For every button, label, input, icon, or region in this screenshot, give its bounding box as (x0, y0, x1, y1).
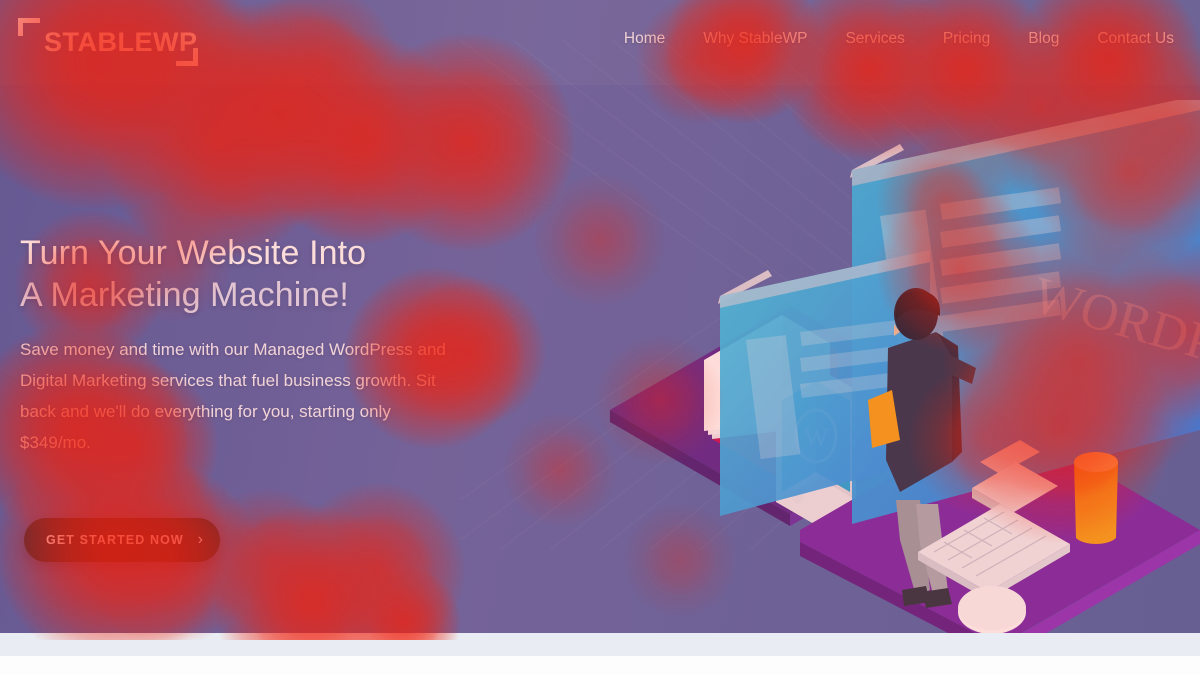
monitor-screens: WORDPRESS (718, 100, 1200, 524)
hero-paragraph: Save money and time with our Managed Wor… (20, 340, 446, 452)
headline-line-1: Turn Your Website Into (20, 234, 367, 272)
nav-item-services[interactable]: Services (845, 30, 904, 48)
get-started-button[interactable]: GET STARTED NOW › (24, 518, 220, 562)
page-title: Turn Your Website Into A Marketing Machi… (20, 232, 460, 316)
chevron-right-icon: › (197, 531, 203, 548)
cup (1074, 452, 1118, 544)
site-logo[interactable]: STABLEWP (18, 18, 198, 66)
logo-text: STABLEWP (44, 27, 198, 57)
headline-line-2: A Marketing Machine! (20, 276, 349, 314)
hero-copy: Turn Your Website Into A Marketing Machi… (20, 232, 460, 458)
hero-section: STABLEWP Home Why StableWP Services Pric… (0, 0, 1200, 633)
nav-item-blog[interactable]: Blog (1028, 30, 1059, 48)
nav-item-pricing[interactable]: Pricing (943, 30, 990, 48)
nav-item-contact-us[interactable]: Contact Us (1097, 30, 1174, 48)
nav-item-why-stablewp[interactable]: Why StableWP (703, 30, 807, 48)
main-navigation: Home Why StableWP Services Pricing Blog … (624, 30, 1174, 48)
page-bottom-band (0, 633, 1200, 656)
page-bottom-band-2 (0, 656, 1200, 675)
hero-illustration: WORDPRESS (600, 100, 1200, 633)
cta-label: GET STARTED NOW (46, 533, 184, 547)
corner-bracket-icon-top-left (18, 18, 40, 36)
mouse (958, 586, 1026, 633)
screenshot-root: STABLEWP Home Why StableWP Services Pric… (0, 0, 1200, 675)
nav-item-home[interactable]: Home (624, 30, 665, 48)
